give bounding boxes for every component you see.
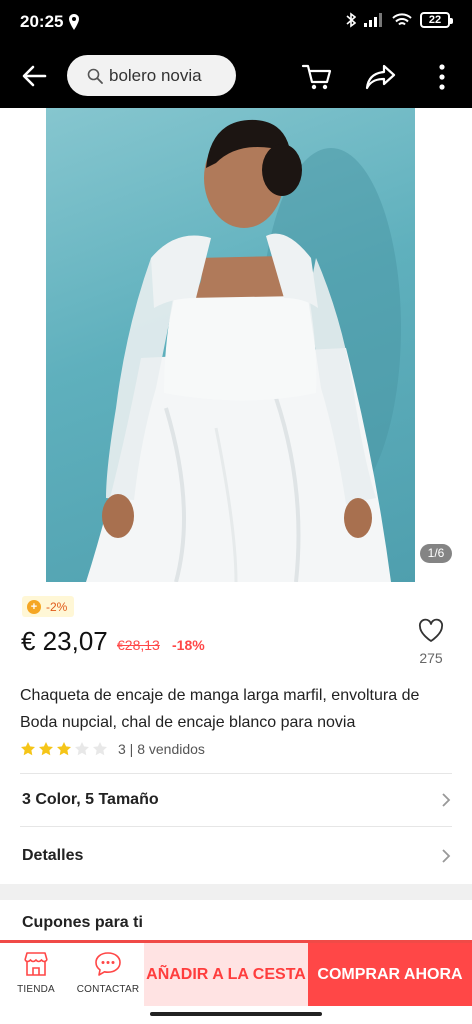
discount-percent: -18%: [172, 637, 205, 653]
bottom-action-bar: TIENDA CONTACTAR AÑADIR A LA CESTA COMPR…: [0, 940, 472, 1006]
product-title: Chaqueta de encaje de manga larga marfil…: [20, 687, 420, 731]
coupons-heading[interactable]: Cupones para ti: [22, 914, 143, 932]
star-icon: [21, 742, 35, 756]
search-query: bolero novia: [109, 65, 202, 85]
heart-icon[interactable]: [417, 617, 445, 645]
search-field[interactable]: bolero novia: [67, 55, 236, 96]
variants-row[interactable]: 3 Color, 5 Tamaño: [22, 787, 452, 813]
store-tab-label: TIENDA: [17, 984, 55, 995]
search-icon: [87, 68, 103, 84]
bride-illustration: [86, 119, 401, 582]
status-bar: 20:25 22: [0, 0, 472, 44]
coupon-icon: +: [27, 599, 41, 614]
details-row[interactable]: Detalles: [22, 843, 452, 869]
original-price: €28,13: [117, 637, 160, 653]
battery-icon: 22: [420, 12, 453, 28]
cart-icon[interactable]: [300, 60, 334, 94]
product-image: [46, 108, 415, 582]
home-indicator[interactable]: [150, 1012, 322, 1016]
more-vert-icon[interactable]: [430, 62, 454, 92]
chevron-right-icon: [442, 849, 451, 863]
wishlist-count: 275: [419, 650, 443, 666]
star-icon: [57, 742, 71, 756]
buy-now-button[interactable]: COMPRAR AHORA: [308, 943, 472, 1006]
variants-label: 3 Color, 5 Tamaño: [22, 791, 159, 808]
star-icon: [39, 742, 53, 756]
status-icons: 22: [346, 12, 453, 28]
star-empty-icon: [93, 742, 107, 756]
contact-tab[interactable]: CONTACTAR: [74, 949, 142, 1005]
contact-tab-label: CONTACTAR: [76, 984, 140, 995]
status-time: 20:25: [20, 12, 64, 31]
current-price: € 23,07: [21, 626, 108, 656]
divider: [20, 773, 452, 774]
wifi-icon: [392, 13, 412, 26]
chat-icon: [95, 952, 121, 976]
store-icon: [24, 952, 48, 976]
back-arrow-icon[interactable]: [18, 60, 50, 92]
share-icon[interactable]: [364, 60, 398, 94]
add-to-cart-button[interactable]: AÑADIR A LA CESTA: [144, 943, 308, 1006]
system-nav-bar: [0, 1006, 472, 1024]
image-counter: 1/6: [420, 544, 452, 563]
product-gallery[interactable]: 1/6: [0, 108, 472, 582]
bluetooth-icon: [346, 12, 356, 28]
section-separator: [0, 884, 472, 900]
rating-meta: 3 | 8 vendidos: [118, 741, 205, 757]
store-tab[interactable]: TIENDA: [14, 949, 58, 1005]
location-icon: [69, 14, 79, 30]
star-empty-icon: [75, 742, 89, 756]
app-bar: bolero novia: [0, 44, 472, 108]
coupon-badge: + -2%: [22, 596, 75, 617]
product-rating[interactable]: 3 | 8 vendidos: [20, 740, 205, 758]
coupon-badge-text: -2%: [46, 599, 68, 614]
divider: [20, 826, 452, 827]
signal-icon: [364, 13, 382, 27]
details-label: Detalles: [22, 847, 84, 864]
chevron-right-icon: [442, 793, 451, 807]
